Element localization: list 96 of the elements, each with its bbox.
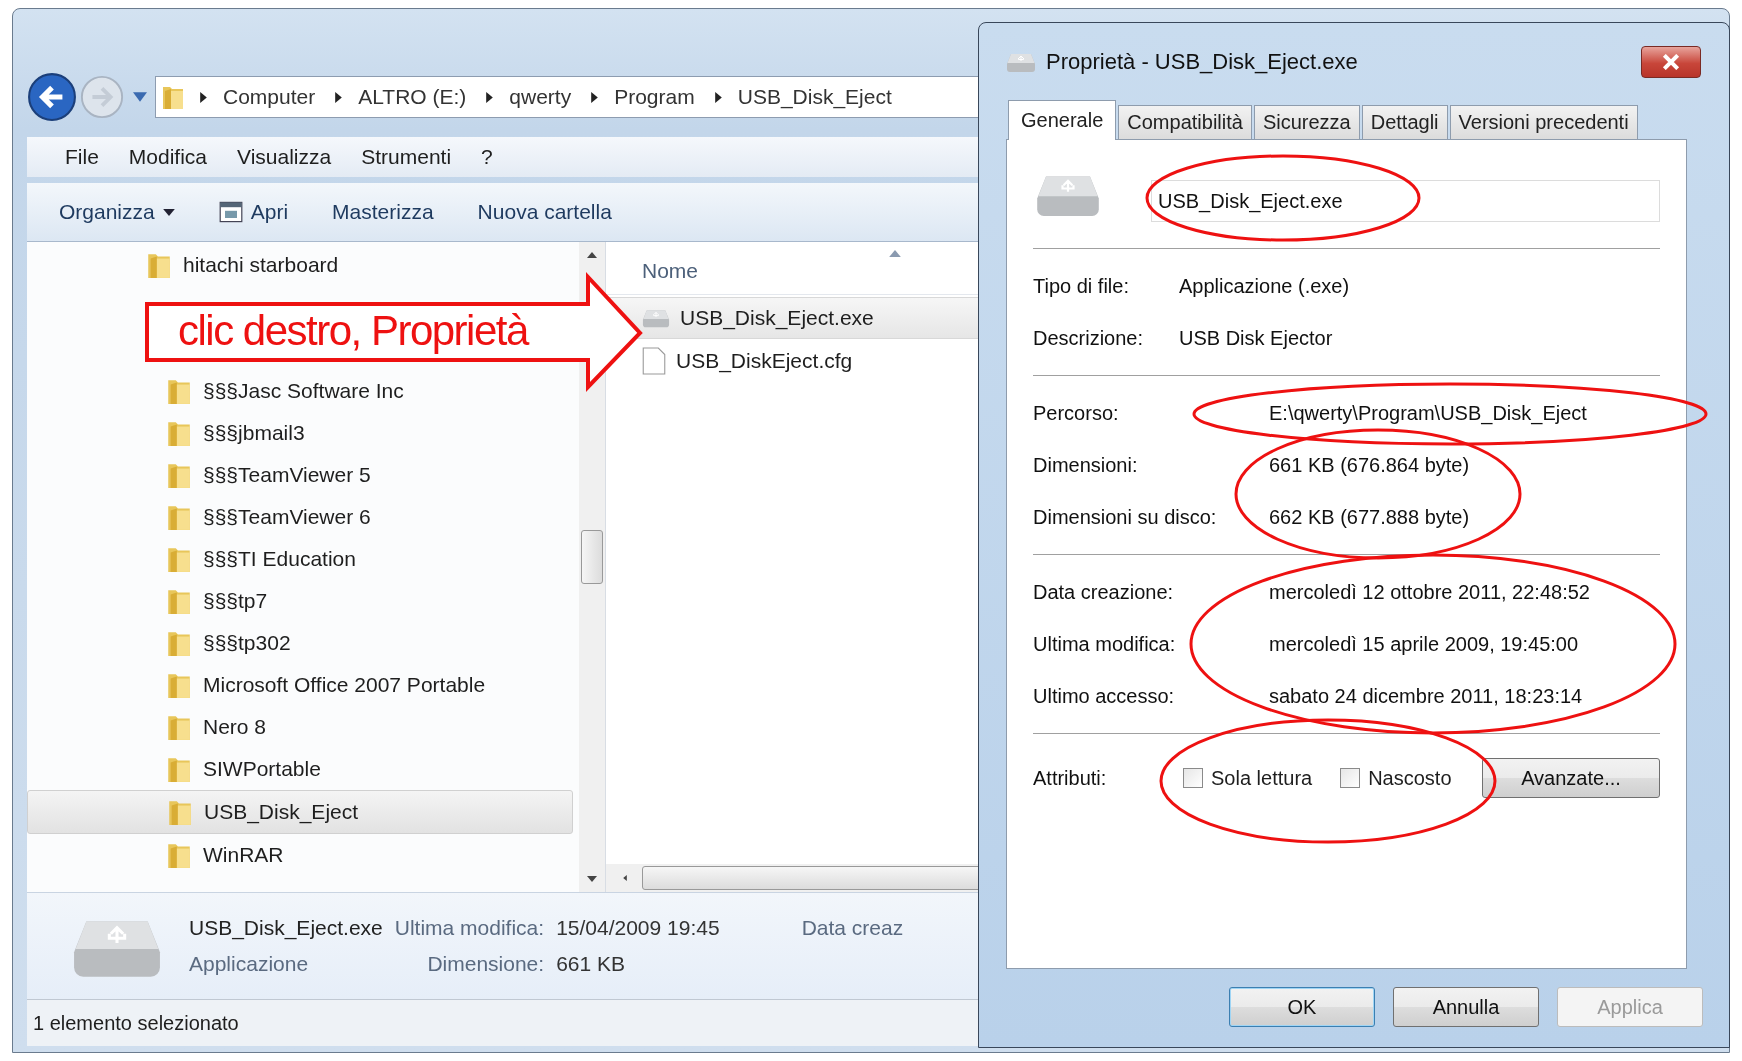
toolbar-button[interactable]: Apri — [206, 194, 301, 230]
folder-icon — [167, 671, 191, 699]
tree-item[interactable]: SIWPortable — [27, 748, 573, 790]
advanced-button[interactable]: Avanzate... — [1482, 758, 1660, 798]
caret-icon — [162, 208, 175, 216]
caret-icon[interactable] — [133, 92, 147, 102]
tree-item[interactable]: Microsoft Office 2007 Portable — [27, 664, 573, 706]
property-label: Descrizione: — [1033, 326, 1145, 351]
property-label: Attributi: — [1033, 766, 1108, 791]
up-arrow-icon[interactable] — [587, 252, 597, 258]
property-label: Dimensioni: — [1033, 453, 1139, 478]
toolbar-button[interactable]: Nuova cartella — [465, 194, 624, 230]
property-value: E:\qwerty\Program\USB_Disk_Eject — [1269, 401, 1588, 427]
folder-icon — [167, 755, 191, 783]
chevron-icon[interactable] — [486, 91, 494, 103]
breadcrumb-item[interactable]: USB_Disk_Eject — [737, 85, 892, 109]
folder-icon — [167, 713, 191, 741]
toolbar-button[interactable]: Masterizza — [320, 194, 446, 230]
field-label: Data creaz — [800, 916, 904, 940]
tab[interactable]: Sicurezza — [1253, 105, 1360, 139]
breadcrumb-item[interactable]: qwerty — [509, 85, 572, 109]
folder-icon — [167, 503, 191, 531]
callout-text: clic destro, Proprietà — [178, 306, 528, 356]
tree-item[interactable]: §§§TeamViewer 6 — [27, 496, 573, 538]
window-title: Proprietà - USB_Disk_Eject.exe — [1046, 49, 1359, 75]
property-value: sabato 24 dicembre 2011, 18:23:14 — [1269, 684, 1584, 709]
tree-item[interactable]: §§§tp302 — [27, 622, 573, 664]
folder-icon — [168, 798, 192, 826]
checkbox-square[interactable] — [1183, 768, 1203, 788]
breadcrumb-item[interactable]: Program — [614, 85, 695, 109]
folder-icon — [167, 629, 191, 657]
toolbar-button[interactable]: Organizza — [47, 194, 187, 230]
field-label: Dimensione: — [426, 952, 545, 976]
field-label: Ultima modifica: — [394, 916, 545, 940]
folder-icon — [167, 419, 191, 447]
field-value: 15/04/2009 19:45 — [556, 916, 720, 940]
folder-icon — [147, 251, 171, 279]
property-label: Percorso: — [1033, 401, 1120, 426]
property-label: Dimensioni su disco: — [1033, 505, 1218, 530]
chevron-icon[interactable] — [591, 91, 599, 103]
tree-item[interactable]: USB_Disk_Eject — [27, 790, 573, 834]
property-value: USB Disk Ejector — [1179, 326, 1334, 351]
down-arrow-icon[interactable] — [587, 876, 597, 882]
sort-arrow-icon — [889, 250, 901, 257]
field-value: 661 KB — [556, 952, 626, 976]
folder-icon — [167, 377, 191, 405]
chevron-icon[interactable] — [200, 91, 207, 103]
checkbox-square[interactable] — [1340, 768, 1361, 788]
tree-item[interactable]: Nero 8 — [27, 706, 573, 748]
tab[interactable]: Dettagli — [1361, 105, 1448, 139]
window-icon — [218, 200, 243, 224]
menu-item[interactable]: Strumenti — [361, 145, 452, 169]
property-value: 662 KB (677.888 byte) — [1269, 505, 1471, 530]
folder-icon — [167, 461, 191, 489]
file-name: USB_Disk_Eject.exe — [189, 916, 383, 940]
name-field[interactable]: USB_Disk_Eject.exe — [1151, 180, 1660, 222]
close-button[interactable] — [1641, 46, 1701, 78]
close-icon — [1661, 54, 1681, 70]
file-type: Applicazione — [189, 952, 310, 976]
tree-item[interactable]: §§§TI Education — [27, 538, 573, 580]
property-value: mercoledì 12 ottobre 2011, 22:48:52 — [1269, 580, 1591, 605]
tree-item[interactable]: WinRAR — [27, 834, 573, 876]
folder-icon — [167, 545, 191, 573]
checkbox[interactable]: Nascosto — [1340, 766, 1452, 790]
tree-item[interactable]: §§§jbmail3 — [27, 412, 573, 454]
status-text: 1 elemento selezionato — [33, 1011, 239, 1035]
tree-item[interactable]: hitachi starboard — [27, 244, 573, 286]
property-label: Ultima modifica: — [1033, 632, 1177, 657]
chevron-icon[interactable] — [335, 91, 343, 103]
menu-item[interactable]: Modifica — [128, 145, 208, 169]
checkbox[interactable]: Sola lettura — [1183, 766, 1313, 790]
dialog-button[interactable]: OK — [1229, 987, 1375, 1027]
menu-item[interactable]: ? — [481, 145, 493, 169]
tree-item[interactable]: §§§TeamViewer 5 — [27, 454, 573, 496]
menu-item[interactable]: Visualizza — [237, 145, 332, 169]
tree-item[interactable]: §§§Jasc Software Inc — [27, 370, 573, 412]
property-value: Applicazione (.exe) — [1179, 274, 1351, 299]
property-label: Tipo di file: — [1033, 274, 1130, 299]
property-value: 661 KB (676.864 byte) — [1269, 453, 1471, 478]
drive-icon — [1006, 51, 1036, 73]
tab[interactable]: Generale — [1008, 100, 1117, 140]
tab[interactable]: Compatibilità — [1118, 105, 1252, 139]
menu-item[interactable]: File — [65, 145, 99, 169]
folder-icon — [167, 587, 191, 615]
chevron-icon[interactable] — [714, 91, 722, 103]
tree-item[interactable]: §§§tp7 — [27, 580, 573, 622]
tab[interactable]: Versioni precedenti — [1449, 105, 1638, 139]
dialog-button[interactable]: Annulla — [1393, 987, 1539, 1027]
breadcrumb-item[interactable]: Computer — [223, 85, 316, 109]
folder-icon — [167, 841, 191, 869]
property-value: mercoledì 15 aprile 2009, 19:45:00 — [1269, 632, 1580, 657]
breadcrumb-item[interactable]: ALTRO (E:) — [358, 85, 467, 109]
scroll-thumb[interactable] — [581, 530, 603, 584]
folder-icon — [162, 84, 184, 110]
property-label: Data creazione: — [1033, 580, 1175, 605]
property-label: Ultimo accesso: — [1033, 684, 1176, 709]
